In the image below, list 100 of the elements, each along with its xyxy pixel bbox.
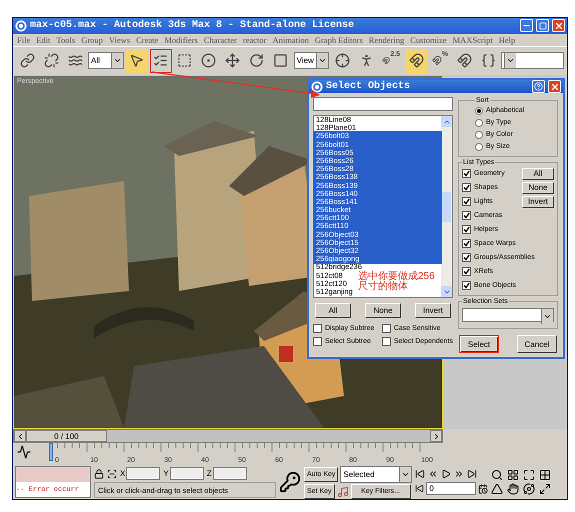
menu-item[interactable]: Graph Editors [314, 34, 363, 45]
wave-icon [68, 53, 82, 68]
move-icon [225, 53, 240, 68]
dialog-button[interactable]: Select [459, 335, 499, 353]
step-back-icon[interactable] [428, 468, 438, 478]
key-set-dropdown[interactable]: Selected [340, 466, 412, 483]
menu-item[interactable]: Help [498, 34, 516, 45]
skip-back-icon[interactable] [415, 468, 426, 478]
key-icon[interactable] [279, 471, 301, 493]
circle-dot-icon [201, 53, 216, 68]
minimize-button[interactable] [520, 19, 533, 32]
toolbar-button[interactable] [150, 48, 172, 73]
axis-label: X [120, 469, 126, 478]
dialog-button[interactable]: Cancel [517, 335, 557, 353]
dashed-square-icon [177, 53, 192, 68]
menu-item[interactable]: Customize [410, 34, 447, 45]
zoom-all-icon[interactable] [507, 469, 520, 481]
menu-item[interactable]: Edit [36, 34, 50, 45]
pan-icon[interactable] [507, 483, 520, 495]
skip-forward-icon[interactable] [467, 468, 478, 478]
help-button[interactable] [532, 80, 545, 93]
menu-item[interactable]: Animation [272, 34, 309, 45]
braces-icon [480, 53, 496, 68]
maximize-viewport-icon[interactable] [539, 483, 552, 495]
toolbar-button[interactable] [126, 48, 148, 73]
list-button[interactable]: None [365, 303, 401, 318]
key-mode-icon[interactable] [336, 486, 349, 498]
close-icon [554, 20, 564, 31]
triangle-icon[interactable] [491, 483, 504, 495]
checkbox[interactable] [462, 197, 471, 206]
radio-button[interactable] [475, 142, 483, 150]
list-button[interactable]: Invert [415, 303, 451, 318]
slider-thumb[interactable]: 0 / 100 [26, 430, 107, 442]
checkbox[interactable] [462, 211, 471, 220]
type-button[interactable]: None [522, 182, 554, 194]
menu-item[interactable]: Character [204, 34, 237, 45]
app-logo-icon [15, 20, 27, 32]
checkbox[interactable] [382, 336, 391, 346]
menu-item[interactable]: Rendering [368, 34, 404, 45]
coordinate-field[interactable] [170, 467, 204, 480]
selection-sets-dropdown[interactable] [462, 308, 554, 322]
pointer-icon [129, 53, 144, 68]
menu-item[interactable]: Create [136, 34, 158, 45]
listener-field[interactable] [16, 467, 90, 482]
toolbar-button[interactable] [405, 48, 428, 73]
checkbox[interactable] [462, 239, 471, 248]
menu-item[interactable]: MAXScript [452, 34, 493, 45]
frame-marker[interactable] [49, 443, 53, 462]
checkbox[interactable] [382, 324, 391, 332]
close-icon [550, 82, 560, 92]
radio-button[interactable] [475, 130, 483, 138]
rotate-icon [249, 53, 264, 68]
maximize-icon [538, 22, 546, 30]
checkbox[interactable] [462, 253, 471, 262]
checkbox[interactable] [313, 336, 322, 346]
checkbox[interactable] [462, 169, 471, 178]
close-button[interactable] [548, 80, 561, 93]
search-field[interactable] [313, 97, 453, 111]
radio-button[interactable] [475, 118, 483, 126]
square-icon [273, 53, 288, 68]
menu-item[interactable]: reactor [242, 34, 266, 45]
window-title: max-c05.max - Autodesk 3ds Max 8 - Stand-alone License [30, 20, 356, 32]
lock-icon[interactable] [94, 468, 104, 478]
previous-button[interactable] [14, 430, 26, 442]
curve-editor-icon[interactable] [17, 445, 31, 460]
dropdown[interactable]: View [294, 52, 330, 70]
checkbox[interactable] [462, 267, 471, 276]
type-button[interactable]: All [522, 168, 554, 180]
maximize-button[interactable] [536, 19, 549, 32]
menu-item[interactable]: Views [108, 34, 130, 45]
menu-item[interactable]: File [17, 34, 30, 45]
checkbox[interactable] [313, 324, 322, 332]
list-button[interactable]: All [315, 303, 351, 318]
dialog-title: Select Objects [326, 81, 412, 92]
checkbox[interactable] [462, 225, 471, 234]
dropdown[interactable] [501, 52, 564, 70]
close-button[interactable] [552, 19, 565, 32]
frame-field[interactable]: 0 [426, 482, 476, 495]
next-button[interactable] [430, 430, 442, 442]
grid-icon[interactable] [539, 469, 552, 481]
coordinate-field[interactable] [126, 467, 160, 480]
selection-icon[interactable] [107, 468, 117, 478]
menu-item[interactable]: Tools [56, 34, 76, 45]
checkbox[interactable] [462, 281, 471, 290]
scroll-thumb[interactable] [442, 192, 451, 222]
unlink-icon [44, 53, 58, 68]
menu-item[interactable]: Modifiers [164, 34, 198, 45]
type-button[interactable]: Invert [522, 196, 554, 208]
radio-button[interactable] [475, 106, 483, 114]
key-mode-toggle-icon[interactable] [415, 484, 424, 493]
play-icon[interactable] [441, 468, 452, 478]
time-config-icon[interactable] [478, 484, 488, 494]
coordinate-field[interactable] [212, 467, 247, 480]
menu-item[interactable]: Group [81, 34, 103, 45]
zoom-icon[interactable] [491, 469, 504, 481]
zoom-extents-icon[interactable] [523, 469, 536, 481]
dropdown[interactable]: All [88, 52, 124, 70]
step-forward-icon[interactable] [454, 468, 464, 478]
checkbox[interactable] [462, 183, 471, 192]
orbit-icon[interactable] [523, 483, 536, 495]
